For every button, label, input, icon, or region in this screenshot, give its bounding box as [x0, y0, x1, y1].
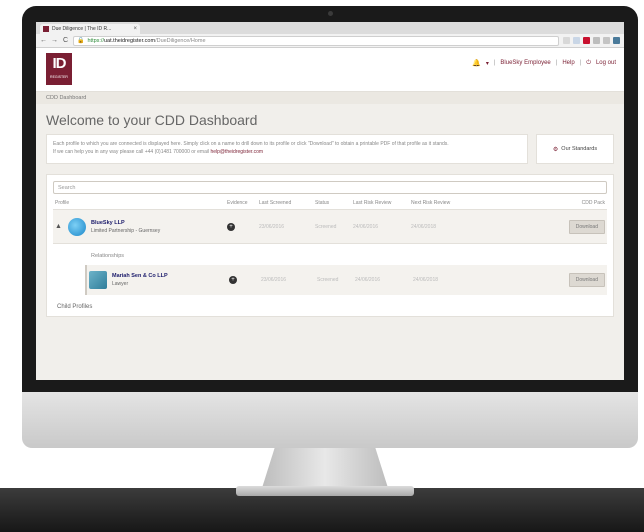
notifications-caret-icon[interactable]: ▾: [486, 60, 489, 67]
user-menu-link[interactable]: BlueSky Employee: [500, 60, 550, 66]
help-email-link[interactable]: help@theidregister.com: [210, 149, 263, 155]
profile-info: Mariah Sen & Co LLP Lawyer: [112, 273, 168, 287]
url-text: https://uat.theidregister.com/DueDiligen…: [87, 38, 205, 44]
stage: Due Diligence | The ID R... × ← → C 🔒 ht…: [0, 0, 644, 532]
last-screened-cell: 23/06/2016: [261, 277, 287, 283]
browser-extension-icon[interactable]: [563, 37, 570, 44]
help-link[interactable]: Help: [562, 60, 574, 66]
url-host: uat.theidregister.com: [104, 37, 156, 44]
relationships-heading: Relationships: [91, 253, 125, 259]
table-row[interactable]: Mariah Sen & Co LLP Lawyer + 23/06/2016 …: [85, 265, 607, 295]
profile-cell: Mariah Sen & Co LLP Lawyer: [89, 271, 229, 289]
browser-tab-bar: Due Diligence | The ID R... ×: [36, 22, 624, 34]
tab-favicon-icon: [43, 26, 49, 32]
profiles-panel: Search Profile Evidence Last Screened St…: [46, 174, 614, 317]
site-header: ID REGISTER 🔔 ▾ | BlueSky Employee | Hel…: [36, 48, 624, 92]
monitor-stand-base: [236, 486, 414, 496]
evidence-cell: +: [227, 222, 259, 231]
browser-extension-icon[interactable]: [583, 37, 590, 44]
logo-subtitle: REGISTER: [50, 75, 68, 79]
cdd-pack-cell: Download: [473, 219, 605, 234]
our-standards-button[interactable]: ⚙ Our Standards: [536, 134, 614, 164]
logout-link[interactable]: Log out: [596, 60, 616, 66]
browser-extension-icon[interactable]: [573, 37, 580, 44]
column-header-status[interactable]: Status: [315, 200, 353, 206]
lock-icon: 🔒: [77, 38, 85, 44]
nav-separator: |: [555, 60, 558, 66]
notifications-bell-icon[interactable]: 🔔: [472, 59, 481, 67]
last-risk-review-cell: 24/06/2016: [353, 223, 379, 230]
our-standards-label: Our Standards: [561, 146, 598, 152]
column-header-evidence[interactable]: Evidence: [227, 200, 259, 206]
column-header-profile[interactable]: Profile: [55, 200, 227, 206]
tab-title: Due Diligence | The ID R...: [52, 26, 112, 32]
table-row[interactable]: ▲ BlueSky LLP Limited Partnership - Guer…: [53, 210, 607, 244]
law-firm-logo-icon: [89, 271, 107, 289]
nav-separator: |: [579, 60, 582, 66]
profile-name-link[interactable]: Mariah Sen & Co LLP: [112, 273, 168, 279]
collapse-caret-icon[interactable]: ▲: [55, 223, 63, 230]
webcam: [328, 11, 333, 16]
nav-separator: |: [493, 60, 496, 66]
profile-cell: ▲ BlueSky LLP Limited Partnership - Guer…: [55, 217, 227, 236]
standards-icon: ⚙: [552, 146, 559, 153]
profile-type: Lawyer: [112, 281, 129, 287]
intro-contact-text: If we can help you in any way please cal…: [53, 149, 210, 155]
monitor-stand: [262, 448, 388, 488]
url-path: /DueDiligence/Home: [155, 37, 206, 44]
column-header-last-screened[interactable]: Last Screened: [259, 200, 315, 206]
browser-tab[interactable]: Due Diligence | The ID R... ×: [40, 24, 140, 34]
monitor-chin: [22, 392, 638, 448]
browser-extension-icon[interactable]: [613, 37, 620, 44]
column-header-last-risk-review[interactable]: Last Risk Review: [353, 200, 411, 206]
last-risk-review-cell: 24/06/2016: [355, 277, 381, 283]
intro-text: Each profile to which you are connected …: [53, 141, 449, 147]
intro-contact: If we can help you in any way please cal…: [53, 148, 521, 156]
table-header: Profile Evidence Last Screened Status La…: [53, 200, 607, 210]
next-risk-review-cell: 24/06/2018: [411, 223, 437, 230]
logo-letters: ID: [52, 55, 67, 72]
evidence-plus-icon[interactable]: +: [229, 276, 237, 284]
monitor-screen: Due Diligence | The ID R... × ← → C 🔒 ht…: [36, 22, 624, 380]
browser-extension-icon[interactable]: [603, 37, 610, 44]
status-cell: Screened: [317, 277, 339, 283]
page-title: Welcome to your CDD Dashboard: [46, 112, 258, 128]
browser-extension-icon[interactable]: [593, 37, 600, 44]
profile-name-link[interactable]: BlueSky LLP: [91, 220, 160, 226]
dashboard-page: Welcome to your CDD Dashboard Each profi…: [36, 104, 624, 323]
tab-close-icon[interactable]: ×: [133, 26, 137, 32]
evidence-plus-icon[interactable]: +: [227, 222, 235, 231]
forward-button[interactable]: →: [51, 37, 58, 44]
browser-toolbar: ← → C 🔒 https://uat.theidregister.com/Du…: [36, 34, 624, 48]
child-profiles-heading: Child Profiles: [57, 304, 93, 310]
id-register-logo[interactable]: ID REGISTER: [46, 53, 72, 85]
bluesky-logo-icon: [68, 217, 86, 236]
status-cell: Screened: [315, 223, 337, 230]
evidence-cell: +: [229, 276, 261, 284]
download-button[interactable]: Download: [568, 273, 605, 287]
breadcrumb: CDD Dashboard: [36, 92, 624, 104]
address-bar[interactable]: 🔒 https://uat.theidregister.com/DueDilig…: [73, 35, 559, 46]
breadcrumb-item[interactable]: CDD Dashboard: [46, 95, 86, 101]
intro-panel: Each profile to which you are connected …: [46, 134, 528, 164]
last-screened-cell: 23/06/2016: [259, 223, 285, 230]
intro-row: Each profile to which you are connected …: [46, 134, 614, 164]
profile-type: Limited Partnership - Guernsey: [91, 227, 161, 234]
column-header-next-risk-review[interactable]: Next Risk Review: [411, 200, 473, 206]
reload-button[interactable]: C: [62, 37, 69, 44]
column-header-cdd-pack[interactable]: CDD Pack: [473, 200, 605, 206]
browser-extensions: [563, 37, 620, 44]
search-input[interactable]: Search: [53, 181, 607, 194]
monitor-bezel: Due Diligence | The ID R... × ← → C 🔒 ht…: [22, 6, 638, 392]
url-scheme: https://: [87, 37, 104, 44]
download-button[interactable]: Download: [568, 219, 605, 234]
top-nav: 🔔 ▾ | BlueSky Employee | Help | ⏻ Log ou…: [472, 59, 616, 68]
cdd-pack-cell: Download: [475, 273, 605, 287]
relationships-list: Mariah Sen & Co LLP Lawyer + 23/06/2016 …: [53, 265, 607, 295]
next-risk-review-cell: 24/06/2018: [413, 277, 439, 283]
logout-icon[interactable]: ⏻: [586, 60, 591, 67]
profile-info: BlueSky LLP Limited Partnership - Guerns…: [91, 220, 160, 234]
back-button[interactable]: ←: [40, 37, 47, 44]
